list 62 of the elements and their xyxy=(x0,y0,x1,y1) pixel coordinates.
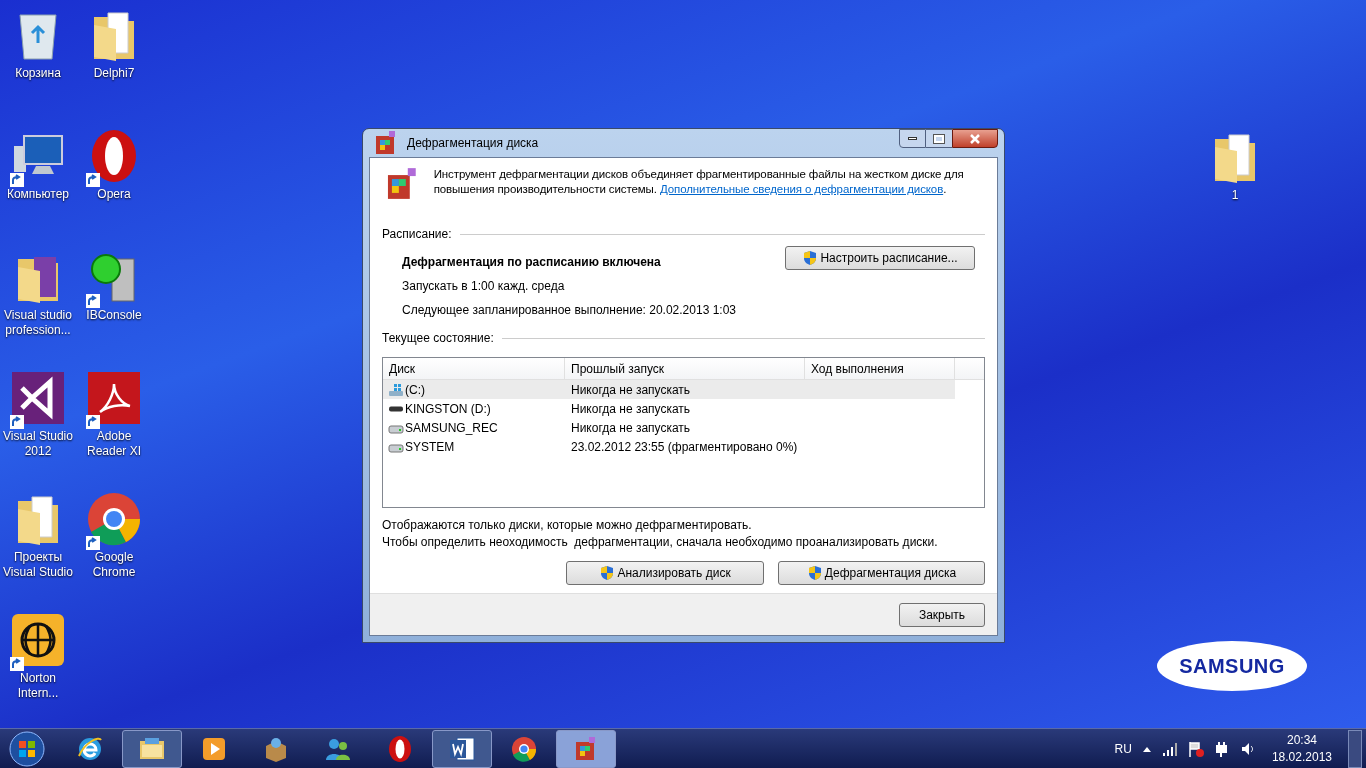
language-indicator[interactable]: RU xyxy=(1114,739,1132,758)
desktop-icon-label[interactable]: Google Chrome xyxy=(76,550,152,580)
close-dialog-button[interactable]: Закрыть xyxy=(899,602,985,627)
desktop-icon-label[interactable]: IBConsole xyxy=(76,308,152,323)
section-heading: Текущее состояние: xyxy=(382,330,494,347)
pdf-reader-icon xyxy=(86,370,142,426)
taskbar-button[interactable] xyxy=(432,729,492,768)
desktop-icon-label[interactable]: Компьютер xyxy=(0,187,76,202)
clock-time: 20:34 xyxy=(1286,731,1317,749)
intro-paragraph: Инструмент дефрагментации дисков объединяет фрагментированные файлы на жестком диске для повышения производительности системы. Дополнительные сведения о дефрагментации дисков. xyxy=(433,167,965,197)
disk-name: SYSTEM xyxy=(405,438,455,456)
desktop-icon-label[interactable]: Проекты Visual Studio xyxy=(0,550,76,580)
disk-name: (C:) xyxy=(405,381,425,399)
wallpaper-logo: SAMSUNG xyxy=(1157,641,1307,691)
column-header[interactable]: Диск xyxy=(383,358,565,379)
visual-studio-icon xyxy=(10,370,66,426)
shield-icon xyxy=(599,565,616,581)
windows-logo-icon xyxy=(9,730,45,767)
disk-name: SAMSUNG_REC xyxy=(405,419,498,437)
globe-icon xyxy=(10,612,66,668)
analyze-disk-button[interactable]: Анализировать диск xyxy=(566,561,764,585)
section-heading: Расписание: xyxy=(382,226,452,243)
maximize-button[interactable] xyxy=(926,129,952,148)
schedule-frequency: Запускать в 1:00 кажд. среда xyxy=(402,278,566,295)
taskbar-button[interactable] xyxy=(122,729,182,768)
last-run-cell-text: Никогда не запускать xyxy=(570,400,691,418)
minimize-button[interactable] xyxy=(899,129,926,148)
last-run-cell-text: Никогда не запускать xyxy=(570,419,691,437)
show-desktop-button[interactable] xyxy=(1348,729,1362,768)
close-button[interactable] xyxy=(952,129,998,148)
schedule-status: Дефрагментация по расписанию включена xyxy=(402,254,662,271)
last-run-cell-text: Никогда не запускать xyxy=(570,381,691,399)
usb-drive-icon xyxy=(388,405,404,412)
disk-name: KINGSTON (D:) xyxy=(405,400,491,418)
desktop-icon-label[interactable]: Delphi7 xyxy=(76,66,152,81)
configure-schedule-button[interactable]: Настроить расписание... xyxy=(785,246,975,270)
chrome-icon xyxy=(86,491,142,547)
column-header[interactable]: Прошлый запуск xyxy=(565,358,805,379)
flag-icon[interactable] xyxy=(1187,740,1204,757)
close-icon xyxy=(970,133,980,144)
window-title: Дефрагментация диска xyxy=(407,135,539,152)
desktop-icon-label[interactable]: Opera xyxy=(76,187,152,202)
desktop-icon-label[interactable]: Корзина xyxy=(0,66,76,81)
power-plug-icon[interactable] xyxy=(1213,740,1230,757)
shield-icon xyxy=(806,565,823,581)
defragment-disk-button[interactable]: Дефрагментация диска xyxy=(778,561,985,585)
note-text: Чтобы определить неоходимость дефрагментации, сначала необходимо проанализировать диски. xyxy=(382,534,939,551)
system-drive-icon xyxy=(388,381,404,398)
desktop-icon-label[interactable]: Norton Intern... xyxy=(0,671,76,701)
clock[interactable]: 20:34 18.02.2013 xyxy=(1265,731,1338,766)
desktop-icon-label[interactable]: Visual studio profession... xyxy=(0,308,76,338)
disk-row[interactable]: (C:) Никогда не запускать xyxy=(383,380,955,399)
shield-icon xyxy=(802,250,819,266)
note-text: Отображаются только диски, которые можно дефрагментировать. xyxy=(382,517,753,534)
clock-date: 18.02.2013 xyxy=(1271,748,1332,766)
desktop-icon-label[interactable]: Visual Studio 2012 xyxy=(0,429,76,459)
desktop-icon-label[interactable]: 1 xyxy=(1197,188,1273,203)
next-run-text: Следующее запланированное выполнение: 20.02.2013 1:03 xyxy=(402,302,736,319)
column-header[interactable]: Ход выполнения xyxy=(805,358,955,379)
desktop-icon-label[interactable]: Adobe Reader XI xyxy=(76,429,152,459)
signal-bars-icon[interactable] xyxy=(1161,741,1178,756)
last-run-cell-text: 23.02.2012 23:55 (фрагментировано 0%) xyxy=(570,438,798,456)
